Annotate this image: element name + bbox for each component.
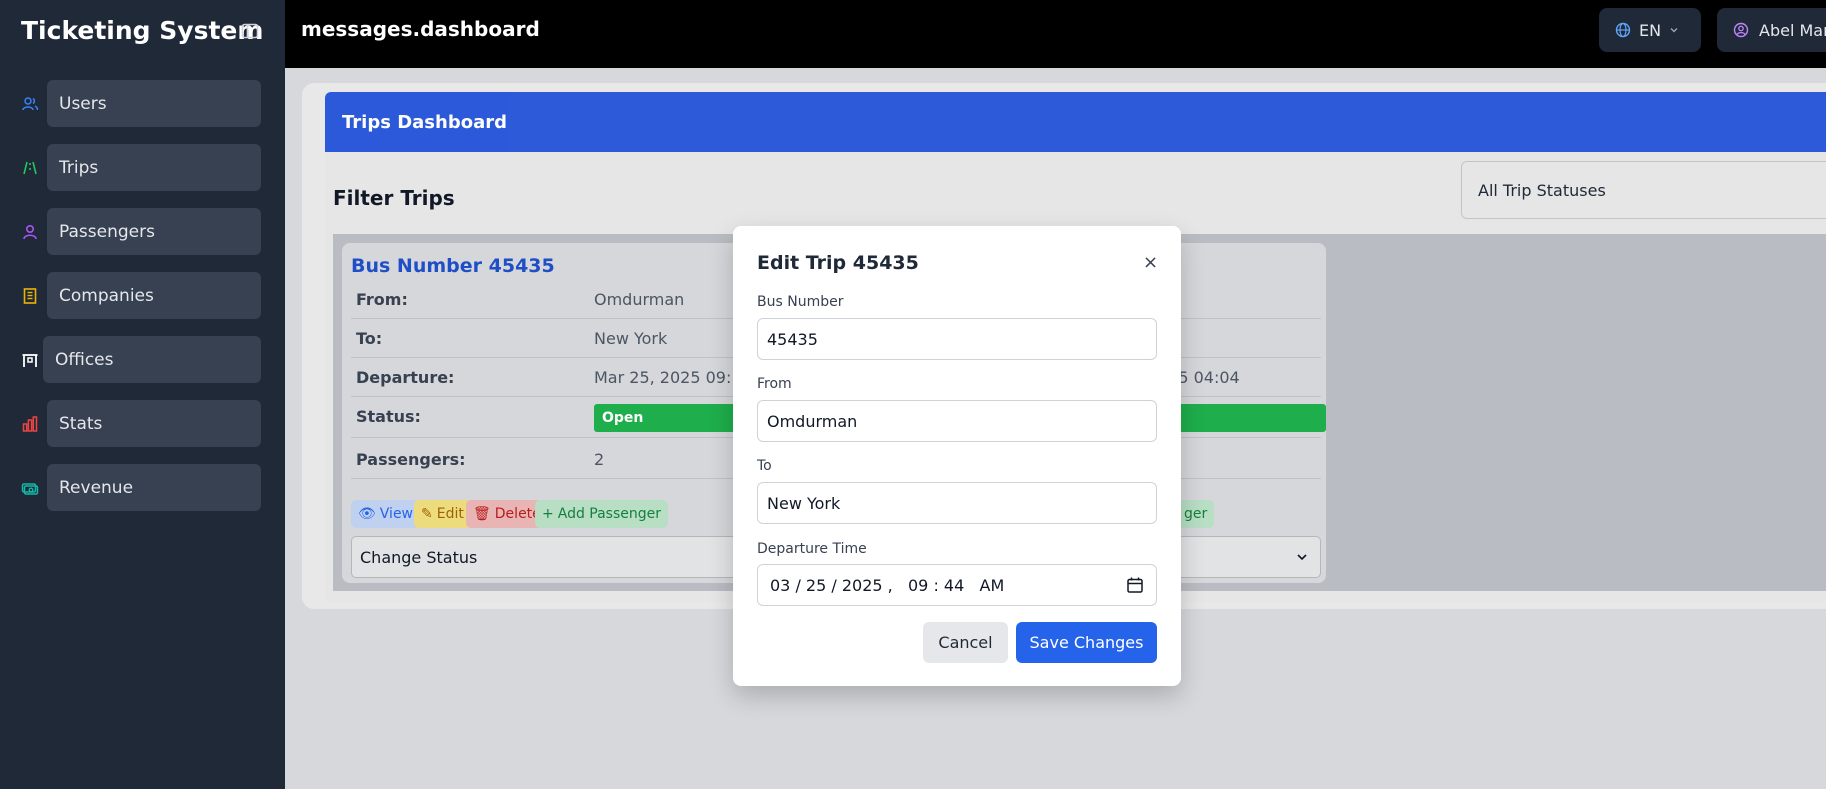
money-icon bbox=[21, 483, 39, 495]
change-status-label: Change Status bbox=[360, 548, 478, 567]
modal-title: Edit Trip 45435 bbox=[757, 252, 919, 274]
row-label: Passengers: bbox=[356, 450, 466, 469]
sidebar-item-revenue[interactable]: Revenue bbox=[47, 464, 261, 511]
sidebar-item-passengers[interactable]: Passengers bbox=[47, 208, 261, 255]
brand-title: Ticketing System bbox=[21, 16, 264, 45]
globe-icon bbox=[1615, 22, 1631, 38]
save-changes-button[interactable]: Save Changes bbox=[1016, 622, 1157, 663]
sidebar-item-stats[interactable]: Stats bbox=[47, 400, 261, 447]
page-title: messages.dashboard bbox=[301, 17, 540, 41]
date-separator: , bbox=[882, 576, 908, 595]
trash-icon: 🗑 bbox=[473, 506, 491, 522]
sidebar-item-label: Passengers bbox=[59, 221, 155, 242]
dashboard-header: Trips Dashboard bbox=[325, 92, 1826, 152]
chevron-down-icon bbox=[1670, 28, 1678, 33]
row-value: Mar 25, 2025 09: bbox=[594, 368, 732, 387]
chevron-down-icon bbox=[1297, 554, 1307, 561]
sidebar-item-label: Stats bbox=[59, 413, 103, 434]
departure-time-label: Departure Time bbox=[757, 541, 867, 557]
ampm-segment[interactable]: AM bbox=[980, 576, 1005, 595]
filter-title: Filter Trips bbox=[333, 186, 455, 210]
edit-trip-modal: Edit Trip 45435 × Bus Number 45435 From … bbox=[733, 226, 1181, 686]
sidebar: Ticketing System Users Trips Passengers … bbox=[0, 0, 285, 789]
bar-chart-icon bbox=[22, 416, 38, 432]
row-value: New York bbox=[594, 329, 668, 348]
date-separator: / bbox=[790, 576, 806, 595]
add-passenger-button[interactable]: + Add Passenger bbox=[535, 500, 669, 528]
sidebar-item-companies[interactable]: Companies bbox=[47, 272, 261, 319]
calendar-icon[interactable] bbox=[1126, 576, 1144, 594]
minute-segment[interactable]: 44 bbox=[944, 576, 964, 595]
edit-label: Edit bbox=[436, 506, 464, 522]
delete-label: Delete bbox=[494, 506, 541, 522]
trip-card-title: Bus Number 45435 bbox=[351, 255, 555, 277]
row-value: 2 bbox=[594, 450, 605, 469]
hour-segment[interactable]: 09 bbox=[908, 576, 928, 595]
date-separator: / bbox=[826, 576, 842, 595]
sidebar-item-label: Trips bbox=[59, 157, 99, 178]
sidebar-item-label: Users bbox=[59, 93, 107, 114]
trip-status-filter[interactable]: All Trip Statuses bbox=[1461, 161, 1826, 219]
building-icon bbox=[23, 288, 37, 304]
time-separator: : bbox=[928, 576, 944, 595]
edit-button[interactable]: ✎ Edit bbox=[414, 500, 471, 528]
add-passenger-label: ger bbox=[1184, 506, 1208, 522]
from-label: From bbox=[757, 376, 792, 392]
sidebar-item-label: Companies bbox=[59, 285, 154, 306]
year-segment[interactable]: 2025 bbox=[842, 576, 883, 595]
datetime-parts: 03 / 25 / 2025 , 09 : 44 AM bbox=[770, 576, 1004, 595]
office-icon bbox=[22, 354, 38, 367]
sidebar-item-users[interactable]: Users bbox=[47, 80, 261, 127]
plus-icon: + bbox=[542, 506, 554, 522]
route-icon bbox=[23, 161, 37, 175]
top-bar: messages.dashboard EN Abel Mar bbox=[285, 0, 1826, 68]
row-label: Status: bbox=[356, 407, 421, 426]
add-passenger-label: Add Passenger bbox=[557, 506, 662, 522]
bus-number-label: Bus Number bbox=[757, 294, 844, 310]
to-label: To bbox=[757, 458, 772, 474]
language-label: EN bbox=[1639, 20, 1662, 40]
eye-icon: 👁 bbox=[358, 506, 376, 522]
user-menu-button[interactable]: Abel Mar bbox=[1717, 8, 1826, 52]
cancel-button[interactable]: Cancel bbox=[923, 622, 1008, 663]
bus-number-input[interactable]: 45435 bbox=[757, 318, 1157, 360]
view-button[interactable]: 👁 View bbox=[351, 500, 421, 528]
user-name: Abel Mar bbox=[1759, 20, 1826, 40]
row-label: To: bbox=[356, 329, 383, 348]
sidebar-item-offices[interactable]: Offices bbox=[43, 336, 261, 383]
to-input[interactable]: New York bbox=[757, 482, 1157, 524]
departure-time-input[interactable]: 03 / 25 / 2025 , 09 : 44 AM bbox=[757, 564, 1157, 606]
edit-icon: ✎ bbox=[421, 506, 433, 522]
close-icon[interactable]: × bbox=[1143, 254, 1158, 272]
sidebar-toggle-icon[interactable] bbox=[241, 22, 259, 40]
view-label: View bbox=[379, 506, 414, 522]
row-label: Departure: bbox=[356, 368, 455, 387]
from-input[interactable]: Omdurman bbox=[757, 400, 1157, 442]
sidebar-item-label: Offices bbox=[55, 349, 114, 370]
month-segment[interactable]: 03 bbox=[770, 576, 790, 595]
user-circle-icon bbox=[1733, 22, 1749, 38]
users-icon bbox=[22, 97, 39, 111]
sidebar-item-trips[interactable]: Trips bbox=[47, 144, 261, 191]
sidebar-item-label: Revenue bbox=[59, 477, 134, 498]
row-value: Omdurman bbox=[594, 290, 685, 309]
language-selector[interactable]: EN bbox=[1599, 8, 1701, 52]
user-icon bbox=[23, 224, 37, 240]
day-segment[interactable]: 25 bbox=[806, 576, 826, 595]
row-label: From: bbox=[356, 290, 408, 309]
